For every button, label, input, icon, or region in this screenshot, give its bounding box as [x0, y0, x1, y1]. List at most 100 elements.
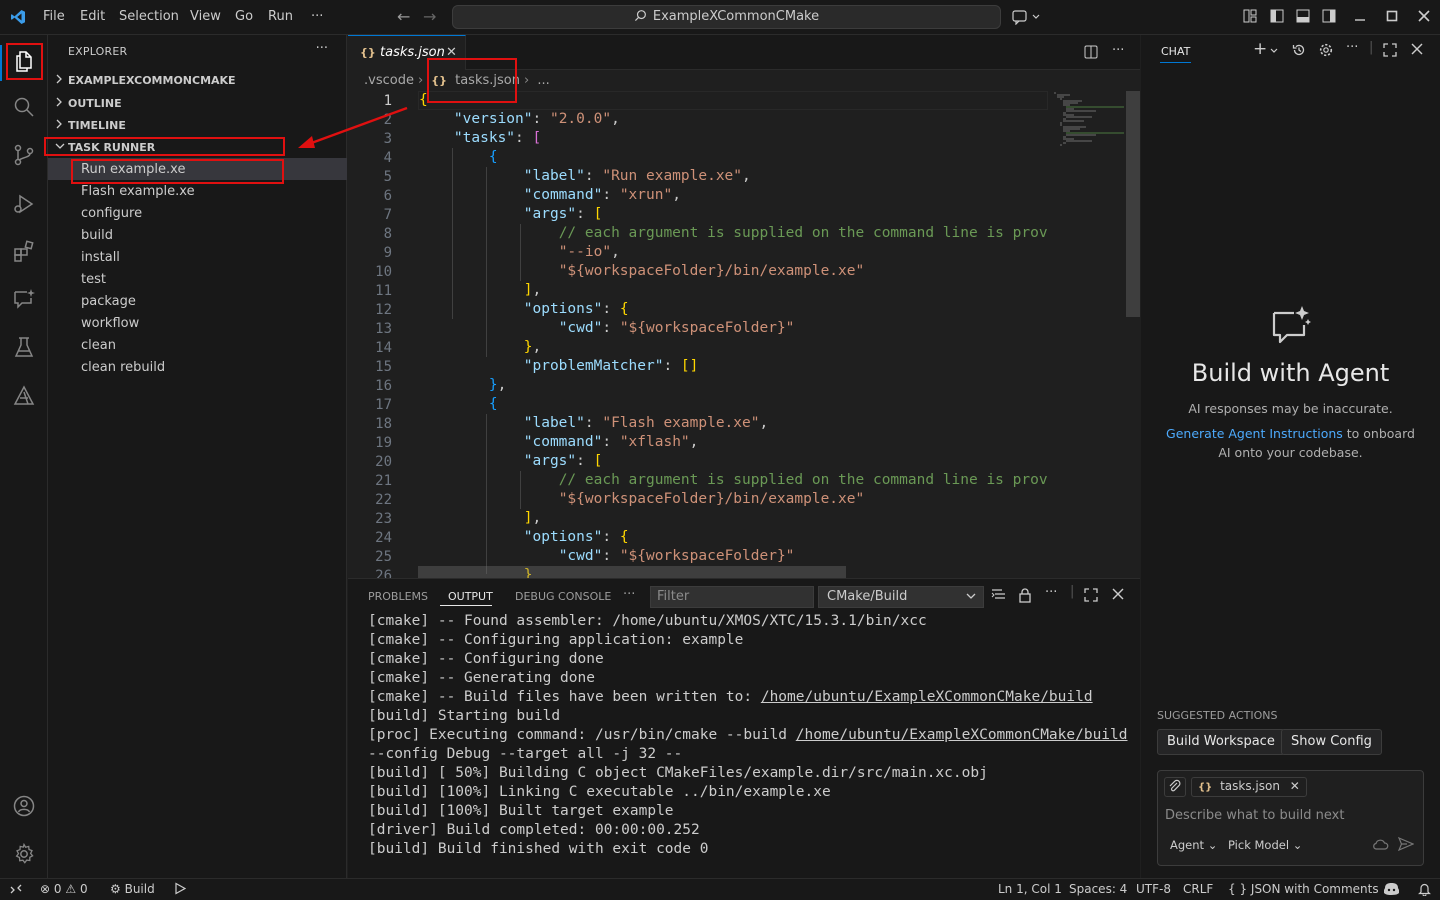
toggle-primary-sidebar-icon[interactable]: [1270, 9, 1284, 27]
maximize-icon[interactable]: [1386, 9, 1398, 27]
tab-debug-console[interactable]: DEBUG CONSOLE: [515, 590, 611, 603]
new-chat-plus-icon[interactable]: +: [1253, 39, 1267, 59]
tab-problems[interactable]: PROBLEMS: [368, 590, 428, 603]
breadcrumb-file[interactable]: tasks.json: [455, 73, 520, 88]
output-filter-input[interactable]: Filter: [650, 586, 814, 608]
close-chat-icon[interactable]: [1411, 43, 1423, 59]
menu-go[interactable]: Go: [235, 9, 253, 24]
menu-file[interactable]: File: [43, 9, 65, 24]
forward-arrow-icon[interactable]: →: [423, 7, 436, 26]
attach-context-icon[interactable]: [1164, 777, 1186, 797]
menu-selection[interactable]: Selection: [119, 9, 179, 24]
current-line-highlight: [418, 91, 1048, 110]
code-line: "--io",: [558, 244, 620, 260]
testing-flask-icon[interactable]: [12, 335, 36, 359]
task-flash-example[interactable]: Flash example.xe: [81, 184, 195, 199]
breadcrumb-folder[interactable]: .vscode: [364, 73, 414, 88]
minimap[interactable]: [1048, 91, 1128, 578]
accounts-icon[interactable]: [12, 794, 36, 818]
attached-file-chip[interactable]: {} tasks.json ✕: [1191, 777, 1307, 797]
output-line: [build] [100%] Built target example: [368, 803, 674, 819]
line-number: 17: [375, 397, 392, 413]
build-path-link[interactable]: /home/ubuntu/ExampleXCommonCMake/build: [761, 689, 1093, 705]
maximize-chat-icon[interactable]: [1383, 43, 1397, 61]
back-arrow-icon[interactable]: ←: [397, 7, 410, 26]
encoding[interactable]: UTF-8: [1136, 882, 1171, 896]
task-clean-rebuild[interactable]: clean rebuild: [81, 360, 165, 375]
menu-edit[interactable]: Edit: [80, 9, 105, 24]
section-workspace[interactable]: EXAMPLEXCOMMONCMAKE: [48, 69, 347, 91]
json-file-icon: {}: [1198, 782, 1213, 793]
mode-picker[interactable]: Agent ⌄: [1170, 838, 1217, 852]
breadcrumb-symbol[interactable]: ...: [537, 73, 549, 88]
task-clean[interactable]: clean: [81, 338, 116, 353]
tab-tasks-json[interactable]: {} tasks.json ✕: [348, 35, 466, 70]
source-control-icon[interactable]: [12, 143, 36, 167]
close-tab-icon[interactable]: ✕: [446, 45, 457, 60]
generate-instructions-link[interactable]: Generate Agent Instructions: [1166, 426, 1343, 441]
search-icon[interactable]: [12, 95, 36, 119]
history-icon[interactable]: [1292, 43, 1306, 61]
chat-settings-gear-icon[interactable]: [1319, 43, 1333, 61]
run-play-icon[interactable]: [174, 882, 187, 898]
chat-input-box[interactable]: {} tasks.json ✕ Describe what to build n…: [1157, 770, 1424, 866]
task-workflow[interactable]: workflow: [81, 316, 139, 331]
close-window-icon[interactable]: [1418, 9, 1430, 27]
tab-output[interactable]: OUTPUT: [448, 590, 493, 603]
toggle-panel-icon[interactable]: [1296, 9, 1310, 27]
xmos-extension-icon[interactable]: [12, 384, 36, 408]
task-configure[interactable]: configure: [81, 206, 142, 221]
panel-more-actions[interactable]: ···: [1045, 585, 1057, 600]
menu-run[interactable]: Run: [268, 9, 293, 24]
chat-more-actions[interactable]: ···: [1346, 40, 1358, 55]
output-channel-select[interactable]: CMake/Build: [818, 586, 984, 608]
cmake-build-status[interactable]: ⚙ Build: [110, 882, 155, 896]
chevron-down-icon[interactable]: [1269, 45, 1279, 60]
copilot-status-icon[interactable]: [1383, 882, 1400, 899]
menu-view[interactable]: View: [190, 9, 221, 24]
task-test[interactable]: test: [81, 272, 106, 287]
language-mode[interactable]: { } JSON with Comments: [1228, 882, 1379, 896]
explorer-icon[interactable]: [12, 49, 36, 73]
lock-scroll-icon[interactable]: [1019, 588, 1031, 607]
code-line: "options": {: [523, 301, 629, 317]
minimize-icon[interactable]: [1354, 9, 1366, 27]
problems-status[interactable]: ⊗ 0 ⚠ 0: [40, 882, 88, 896]
split-editor-icon[interactable]: [1084, 45, 1098, 63]
task-install[interactable]: install: [81, 250, 120, 265]
sidebar-more-actions[interactable]: ···: [316, 41, 328, 56]
cloud-delegate-icon[interactable]: [1371, 837, 1389, 854]
remote-indicator-icon[interactable]: [9, 882, 23, 899]
editor-vertical-scrollbar[interactable]: [1126, 91, 1140, 317]
code-area[interactable]: 1 2 3 4 5 6 7 8 9 10 11 12 13 14 15 16 1…: [348, 91, 1048, 578]
chat-sparkle-icon[interactable]: [12, 287, 36, 311]
editor-more-actions[interactable]: ···: [1112, 43, 1124, 58]
notifications-bell-icon[interactable]: [1418, 882, 1431, 899]
section-label: TASK RUNNER: [68, 141, 156, 154]
manage-gear-icon[interactable]: [12, 842, 36, 866]
command-center-search[interactable]: ExampleXCommonCMake: [452, 5, 1001, 29]
close-panel-icon[interactable]: [1112, 588, 1124, 604]
editor-horizontal-scrollbar[interactable]: [418, 566, 846, 578]
toggle-secondary-sidebar-icon[interactable]: [1322, 9, 1336, 27]
task-package[interactable]: package: [81, 294, 136, 309]
customize-layout-icon[interactable]: [1243, 9, 1257, 27]
send-icon[interactable]: [1397, 836, 1415, 854]
indentation[interactable]: Spaces: 4: [1069, 882, 1127, 896]
maximize-panel-icon[interactable]: [1084, 588, 1098, 606]
clear-output-icon[interactable]: [991, 588, 1007, 606]
build-workspace-button[interactable]: Build Workspace: [1157, 729, 1285, 755]
extensions-icon[interactable]: [12, 239, 36, 263]
show-config-button[interactable]: Show Config: [1281, 729, 1382, 755]
task-build[interactable]: build: [81, 228, 113, 243]
copilot-chat-icon[interactable]: [1012, 9, 1040, 29]
panel-more-tabs[interactable]: ···: [623, 587, 635, 602]
build-path-link[interactable]: /home/ubuntu/ExampleXCommonCMake/build: [796, 727, 1128, 743]
model-picker[interactable]: Pick Model ⌄: [1228, 838, 1302, 852]
cursor-position[interactable]: Ln 1, Col 1: [998, 882, 1062, 896]
remove-attachment-icon[interactable]: ✕: [1290, 779, 1300, 793]
menu-more[interactable]: ···: [311, 9, 323, 24]
task-run-example[interactable]: Run example.xe: [81, 162, 185, 177]
run-debug-icon[interactable]: [12, 192, 36, 216]
line-endings[interactable]: CRLF: [1183, 882, 1213, 896]
